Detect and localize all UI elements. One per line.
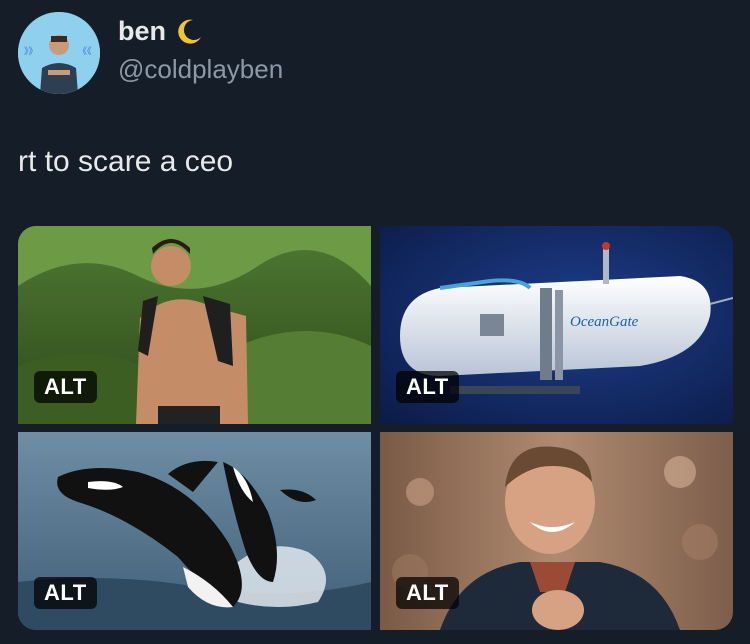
alt-badge[interactable]: ALT xyxy=(396,577,459,609)
display-name[interactable]: ben xyxy=(118,16,204,47)
avatar-image: 》》 《《 xyxy=(18,12,100,94)
media-image-smiling-man[interactable]: ALT xyxy=(380,432,733,630)
alt-badge[interactable]: ALT xyxy=(396,371,459,403)
svg-text:《《: 《《 xyxy=(78,46,92,56)
media-image-submarine[interactable]: OceanGate ALT xyxy=(380,226,733,424)
media-image-hiker[interactable]: ALT xyxy=(18,226,371,424)
media-image-orcas[interactable]: ALT xyxy=(18,432,371,630)
tweet-text: rt to scare a ceo xyxy=(18,145,234,178)
display-name-text: ben xyxy=(118,16,167,46)
oceangate-logo: OceanGate xyxy=(570,314,639,330)
media-grid: ALT OceanGate ALT ALT ALT xyxy=(18,226,733,630)
alt-badge[interactable]: ALT xyxy=(34,371,97,403)
svg-text:》》: 》》 xyxy=(24,46,38,56)
avatar[interactable]: 》》 《《 xyxy=(18,12,100,94)
alt-badge[interactable]: ALT xyxy=(34,577,97,609)
user-handle[interactable]: @coldplayben xyxy=(118,54,283,85)
crescent-moon-icon xyxy=(178,19,202,44)
